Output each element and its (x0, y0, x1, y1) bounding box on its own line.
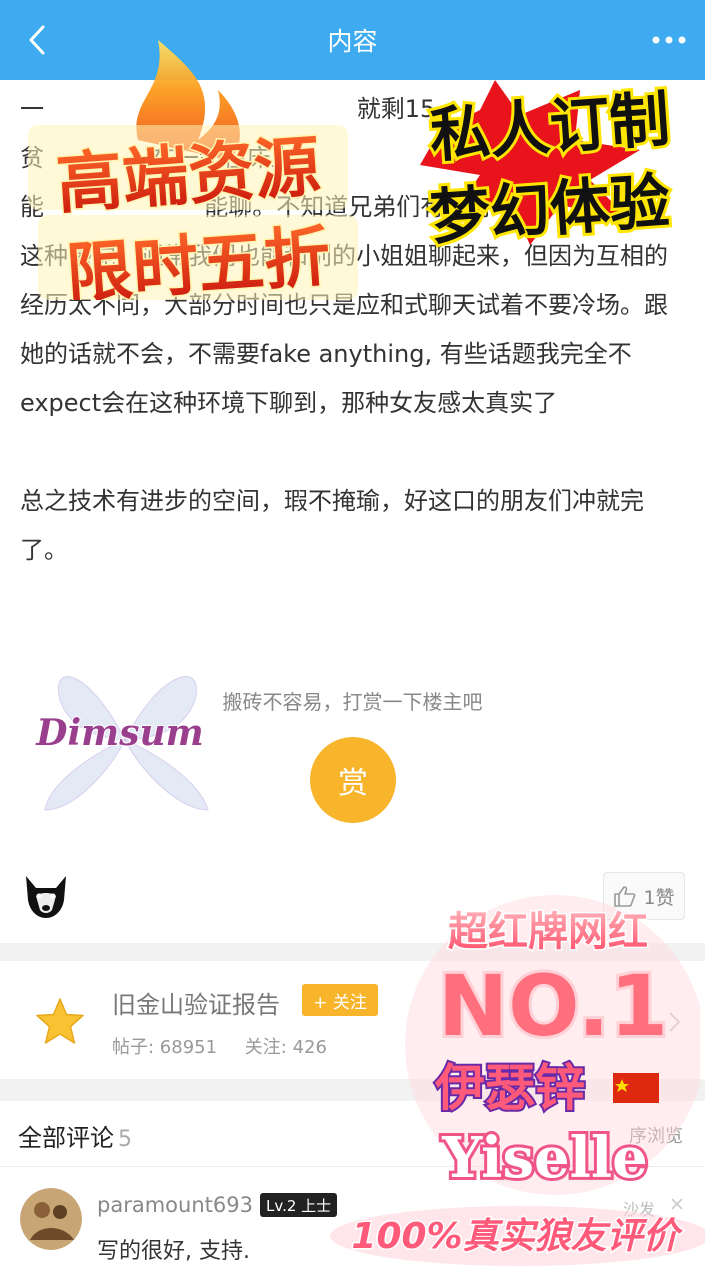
avatar[interactable] (20, 1188, 82, 1250)
comments-title: 全部评论 (18, 1124, 114, 1152)
reward-button[interactable]: 赏 (310, 737, 396, 823)
promo-banner-reviews[interactable]: 100%真实狼友评价 (320, 1200, 705, 1268)
forum-posts-count: 帖子: 68951 (112, 1037, 218, 1058)
article-paragraph: 总之技术有进步的空间，瑕不掩瑜，好这口的朋友们冲就完了。 (20, 487, 644, 564)
star-icon (36, 998, 84, 1044)
more-button[interactable] (651, 28, 687, 52)
comments-header: 全部评论 5 (18, 1118, 132, 1153)
promo-text: 梦幻体验 (428, 167, 672, 254)
comments-count: 5 (118, 1127, 132, 1152)
reward-hint: 搬砖不容易，打赏一下楼主吧 (222, 690, 483, 714)
more-dots-icon (652, 36, 686, 44)
watermark-logo: Dimsum (34, 676, 209, 811)
comment-text: 写的很好, 支持. (97, 1239, 250, 1264)
promo-text: 私人订制 (428, 85, 672, 172)
forum-name[interactable]: 旧金山验证报告 (112, 985, 280, 1020)
comment-username[interactable]: paramount693 (97, 1193, 253, 1217)
promo-text: NO.1 (438, 957, 668, 1055)
promo-banner-custom[interactable]: 私人订制 梦幻体验 (400, 70, 700, 255)
watermark-text: Dimsum (35, 712, 204, 754)
promo-text: 超红牌网红 (448, 909, 648, 955)
promo-text: 伊瑟锌 (434, 1059, 585, 1117)
liker-avatar[interactable] (22, 870, 70, 920)
promo-text: 100%真实狼友评价 (351, 1216, 683, 1257)
promo-banner-discount[interactable]: 高端资源 限时五折 (18, 30, 368, 300)
promo-banner-influencer[interactable]: 超红牌网红 NO.1 伊瑟锌 Yiselle (405, 895, 700, 1195)
forum-stats: 帖子: 68951 关注: 426 (112, 1033, 349, 1059)
promo-text: Yiselle (441, 1125, 648, 1191)
forum-followers-count: 关注: 426 (244, 1037, 327, 1058)
follow-button[interactable]: + 关注 (302, 984, 378, 1016)
